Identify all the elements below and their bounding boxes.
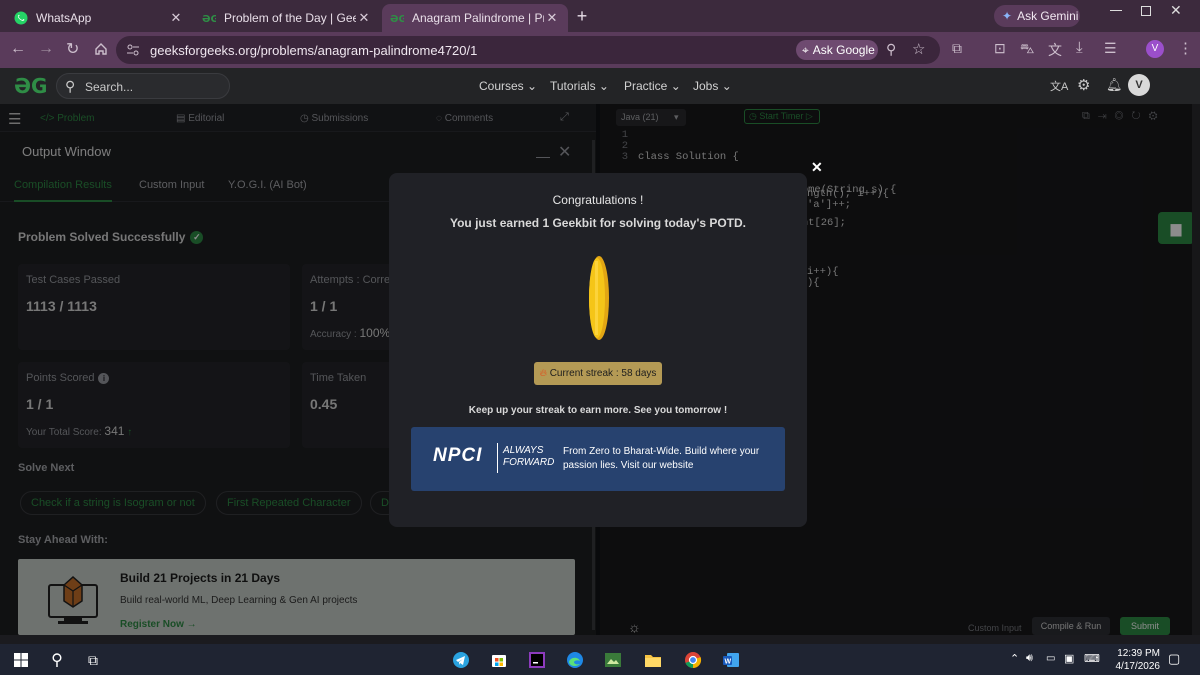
- logo-divider: [497, 443, 498, 473]
- nav-label: Courses: [479, 79, 524, 93]
- language-icon[interactable]: 文A: [1050, 78, 1068, 94]
- whatsapp-icon: [14, 11, 28, 25]
- close-tab-icon[interactable]: ✕: [356, 10, 372, 26]
- search-input[interactable]: ⚲ Search...: [56, 73, 230, 99]
- keyboard-icon[interactable]: ⌨: [1084, 652, 1100, 665]
- telegram-icon[interactable]: [448, 647, 474, 673]
- ask-gemini-button[interactable]: ✦ Ask Gemini: [994, 5, 1080, 27]
- edge-icon[interactable]: [562, 647, 588, 673]
- windows-taskbar: ⚲ ⧉ W ⌃ 🔊︎ ▭ ▣ ⌨ 12:39 PM 4/17/2026 ▢: [0, 644, 1200, 675]
- url-text[interactable]: geeksforgeeks.org/problems/anagram-palin…: [150, 43, 477, 58]
- notification-icon[interactable]: ▢: [1168, 651, 1180, 667]
- geekbit-coin-icon: [587, 255, 611, 341]
- windows-start-icon[interactable]: [8, 647, 34, 673]
- fire-icon: 🔥︎: [539, 368, 547, 379]
- word-icon[interactable]: W: [718, 647, 744, 673]
- svg-text:ƏG: ƏG: [202, 14, 216, 25]
- search-placeholder: Search...: [85, 80, 134, 94]
- gfg-icon: ƏG: [390, 11, 404, 25]
- wifi-icon[interactable]: ▣: [1064, 652, 1074, 665]
- avatar[interactable]: V: [1128, 74, 1150, 96]
- task-view-icon[interactable]: ⧉: [80, 647, 106, 673]
- screenshot-icon[interactable]: ⊡: [994, 40, 1006, 57]
- congratulations-modal: Congratulations ! You just earned 1 Geek…: [389, 159, 823, 527]
- address-bar[interactable]: geeksforgeeks.org/problems/anagram-palin…: [116, 36, 940, 64]
- search-icon[interactable]: ⚲: [44, 647, 70, 673]
- nav-label: Jobs: [693, 79, 719, 93]
- nav-tutorials[interactable]: Tutorials ⌄: [550, 79, 609, 93]
- npci-tagline: ALWAYS FORWARD: [503, 445, 554, 469]
- close-icon[interactable]: ✕: [811, 159, 823, 176]
- clock[interactable]: 12:39 PM 4/17/2026: [1104, 647, 1161, 673]
- tab-label: WhatsApp: [36, 11, 92, 25]
- clock-time: 12:39 PM: [1117, 648, 1160, 659]
- reading-list-icon[interactable]: ☰: [1104, 40, 1117, 57]
- battery-icon[interactable]: ▭: [1046, 653, 1055, 664]
- jetbrains-icon[interactable]: [524, 647, 550, 673]
- tab-label: Problem of the Day | GeeksforG: [224, 11, 356, 25]
- extensions-icon[interactable]: ⧉: [952, 40, 962, 57]
- home-icon[interactable]: [94, 42, 108, 56]
- close-window-button[interactable]: ✕: [1170, 2, 1186, 19]
- nav-jobs[interactable]: Jobs ⌄: [693, 79, 732, 93]
- ask-google-button[interactable]: ⌖ Ask Google: [796, 40, 878, 60]
- gfg-logo[interactable]: ƏG: [14, 74, 47, 98]
- modal-title: Congratulations !: [552, 193, 644, 207]
- modal-footer: Keep up your streak to earn more. See yo…: [468, 405, 728, 416]
- profile-avatar[interactable]: V: [1146, 40, 1164, 58]
- ad-text: From Zero to Bharat-Wide. Build where yo…: [563, 446, 760, 471]
- browser-toolbar: ← → ↻ geeksforgeeks.org/problems/anagram…: [0, 32, 1200, 68]
- npci-ad-banner[interactable]: NPCI ALWAYS FORWARD From Zero to Bharat-W…: [411, 427, 785, 491]
- streak-text: Current streak : 58 days: [549, 368, 657, 379]
- lens-icon: ⌖: [802, 42, 809, 57]
- forward-icon[interactable]: →: [38, 40, 54, 58]
- tab-label: Anagram Palindrome | Practice |: [412, 11, 544, 25]
- search-icon: ⚲: [65, 78, 76, 94]
- svg-text:W: W: [725, 659, 732, 666]
- translate-icon[interactable]: 文: [1048, 40, 1062, 60]
- tab-anagram-palindrome[interactable]: ƏG Anagram Palindrome | Practice | ✕: [382, 4, 568, 32]
- download-icon[interactable]: ⤓: [1076, 39, 1083, 56]
- tray-chevron-icon[interactable]: ⌃: [1010, 652, 1019, 665]
- volume-icon[interactable]: 🔊︎: [1026, 652, 1033, 665]
- gfg-icon: ƏG: [202, 11, 216, 25]
- gfg-navbar: ƏG ⚲ Search... Courses ⌄ Tutorials ⌄ Pra…: [0, 68, 1200, 104]
- menu-icon[interactable]: ⋮: [1178, 39, 1193, 57]
- folder-icon[interactable]: [640, 647, 666, 673]
- tab-problem-of-the-day[interactable]: ƏG Problem of the Day | GeeksforG ✕: [194, 4, 380, 32]
- gemini-icon: ✦: [1002, 9, 1013, 23]
- tab-whatsapp[interactable]: WhatsApp ✕: [6, 4, 192, 32]
- ask-google-label: Ask Google: [812, 43, 875, 57]
- maximize-button[interactable]: [1141, 6, 1151, 16]
- streak-badge: 🔥︎ Current streak : 58 days: [534, 362, 662, 385]
- browser-tab-bar: WhatsApp ✕ ƏG Problem of the Day | Geeks…: [0, 0, 1200, 32]
- gear-icon[interactable]: ⚙: [1077, 76, 1090, 94]
- close-tab-icon[interactable]: ✕: [544, 10, 560, 26]
- car-icon[interactable]: ⛍: [1020, 40, 1034, 59]
- close-tab-icon[interactable]: ✕: [168, 10, 184, 26]
- bookmark-star-icon[interactable]: ☆: [912, 40, 925, 58]
- photo-editor-icon[interactable]: [600, 647, 626, 673]
- bell-icon[interactable]: 🔔︎: [1106, 77, 1123, 93]
- chrome-icon[interactable]: [680, 647, 706, 673]
- ask-gemini-label: Ask Gemini: [1017, 9, 1079, 23]
- site-info-icon[interactable]: [126, 43, 140, 57]
- new-tab-button[interactable]: +: [572, 6, 592, 26]
- back-icon[interactable]: ←: [10, 40, 26, 58]
- modal-subtitle: You just earned 1 Geekbit for solving to…: [449, 216, 747, 230]
- nav-practice[interactable]: Practice ⌄: [624, 79, 681, 93]
- svg-text:ƏG: ƏG: [390, 14, 404, 25]
- tagline-line: ALWAYS: [503, 445, 544, 456]
- tagline-line: FORWARD: [503, 457, 555, 468]
- clock-date: 4/17/2026: [1115, 661, 1161, 672]
- nav-label: Practice: [624, 79, 668, 93]
- nav-label: Tutorials: [550, 79, 596, 93]
- zoom-icon[interactable]: ⚲: [886, 41, 896, 58]
- nav-courses[interactable]: Courses ⌄: [479, 79, 537, 93]
- reload-icon[interactable]: ↻: [66, 39, 79, 59]
- npci-logo: NPCI: [433, 445, 483, 466]
- store-icon[interactable]: [486, 647, 512, 673]
- minimize-button[interactable]: [1110, 10, 1122, 11]
